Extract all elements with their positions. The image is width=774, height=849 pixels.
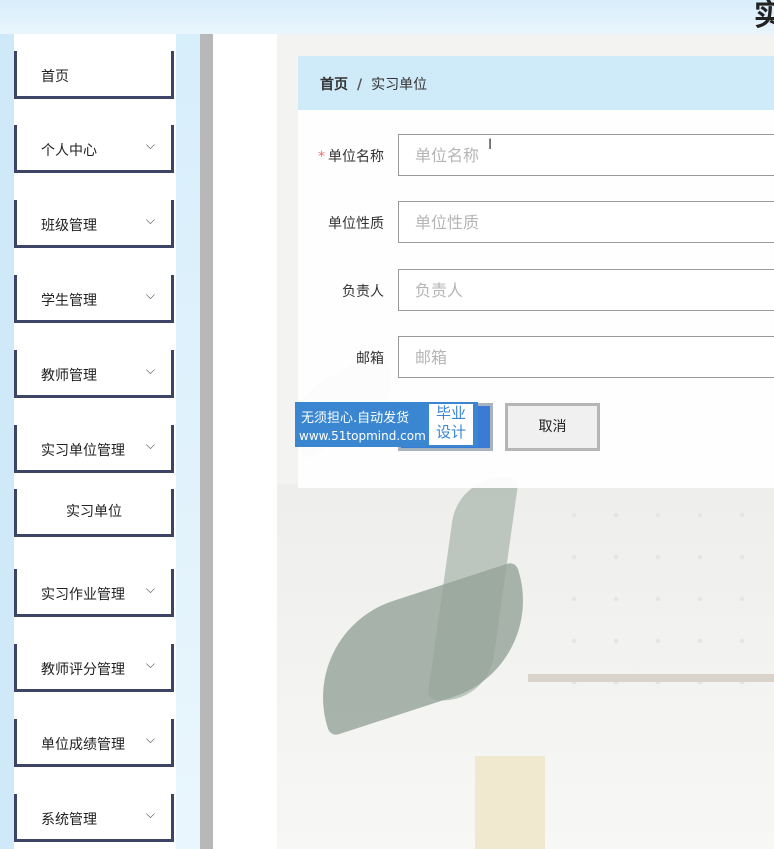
- email-label: 邮箱: [356, 351, 384, 367]
- text-cursor-icon: I: [488, 137, 493, 153]
- app-title: 实: [754, 0, 774, 33]
- background-vase: [475, 756, 545, 849]
- sidebar-item-teachers[interactable]: 教师管理 ⌵: [14, 350, 174, 398]
- watermark-badge-line2: 设计: [435, 423, 466, 441]
- chevron-down-icon: ⌵: [145, 288, 155, 302]
- chevron-down-icon: ⌵: [145, 213, 155, 227]
- cancel-button[interactable]: 取消: [505, 403, 600, 451]
- required-mark: *: [318, 149, 325, 165]
- chevron-down-icon: ⌵: [145, 138, 155, 152]
- top-header: 实: [0, 0, 774, 34]
- breadcrumb-current: 实习单位: [371, 77, 428, 93]
- form-row-manager: 负责人: [298, 269, 774, 313]
- form-row-unit-type: 单位性质: [298, 201, 774, 245]
- watermark-badge: 毕业 设计: [429, 404, 473, 445]
- sidebar-item-label: 教师管理: [41, 368, 97, 384]
- unit-type-label: 单位性质: [328, 216, 384, 232]
- background-dots: [553, 494, 774, 684]
- sidebar-item-label: 系统管理: [41, 812, 97, 828]
- form-row-unit-name: * 单位名称: [298, 134, 774, 178]
- breadcrumb: 首页 / 实习单位: [298, 56, 774, 110]
- sidebar-item-label: 班级管理: [41, 218, 97, 234]
- sidebar-item-label: 单位成绩管理: [41, 737, 125, 753]
- chevron-down-icon: ⌵: [145, 657, 155, 671]
- sidebar-bg-strip: [0, 34, 14, 849]
- chevron-down-icon: ⌵: [145, 807, 155, 821]
- sidebar-item-label: 学生管理: [41, 293, 97, 309]
- breadcrumb-home[interactable]: 首页: [320, 77, 348, 93]
- email-input[interactable]: [398, 336, 774, 378]
- sidebar-bg-strip-right: [176, 34, 200, 849]
- chevron-down-icon: ⌵: [145, 438, 155, 452]
- sidebar-scrollbar[interactable]: [200, 34, 213, 849]
- sidebar-item-label: 首页: [41, 69, 69, 85]
- watermark-line1: 无须担心.自动发货: [301, 411, 410, 426]
- sidebar-item-label: 实习作业管理: [41, 587, 125, 603]
- sidebar-item-profile[interactable]: 个人中心 ⌵: [14, 125, 174, 173]
- sidebar-item-label: 个人中心: [41, 143, 97, 159]
- sidebar-item-label: 实习单位管理: [41, 443, 125, 459]
- sidebar-item-class[interactable]: 班级管理 ⌵: [14, 200, 174, 248]
- sidebar: 首页 个人中心 ⌵ 班级管理 ⌵ 学生管理 ⌵ 教师管理 ⌵ 实习单位管理 ⌵ …: [0, 34, 200, 849]
- sidebar-subitem-internship-unit[interactable]: 实习单位: [14, 489, 174, 537]
- manager-input[interactable]: [398, 269, 774, 311]
- sidebar-item-internship-units[interactable]: 实习单位管理 ⌵: [14, 425, 174, 473]
- manager-label: 负责人: [342, 284, 384, 300]
- watermark-overlay: 无须担心.自动发货 www.51topmind.com 毕业 设计: [295, 402, 478, 447]
- background-shelf: [528, 674, 774, 682]
- chevron-down-icon: ⌵: [145, 732, 155, 746]
- unit-name-label: * 单位名称: [318, 149, 384, 165]
- main-left-strip: [213, 34, 277, 849]
- chevron-down-icon: ⌵: [145, 363, 155, 377]
- breadcrumb-separator: /: [357, 77, 363, 93]
- unit-type-input[interactable]: [398, 201, 774, 243]
- chevron-down-icon: ⌵: [145, 582, 155, 596]
- sidebar-item-students[interactable]: 学生管理 ⌵: [14, 275, 174, 323]
- sidebar-item-label: 教师评分管理: [41, 662, 125, 678]
- watermark-badge-line1: 毕业: [435, 404, 466, 422]
- sidebar-subitem-label: 实习单位: [66, 504, 122, 520]
- sidebar-item-unit-grades[interactable]: 单位成绩管理 ⌵: [14, 719, 174, 767]
- form-row-email: 邮箱: [298, 336, 774, 380]
- sidebar-item-teacher-scores[interactable]: 教师评分管理 ⌵: [14, 644, 174, 692]
- watermark-url: www.51topmind.com: [299, 429, 426, 443]
- sidebar-item-assignments[interactable]: 实习作业管理 ⌵: [14, 569, 174, 617]
- sidebar-item-system[interactable]: 系统管理 ⌵: [14, 794, 174, 842]
- sidebar-item-home[interactable]: 首页: [14, 51, 174, 99]
- unit-name-input[interactable]: [398, 134, 774, 176]
